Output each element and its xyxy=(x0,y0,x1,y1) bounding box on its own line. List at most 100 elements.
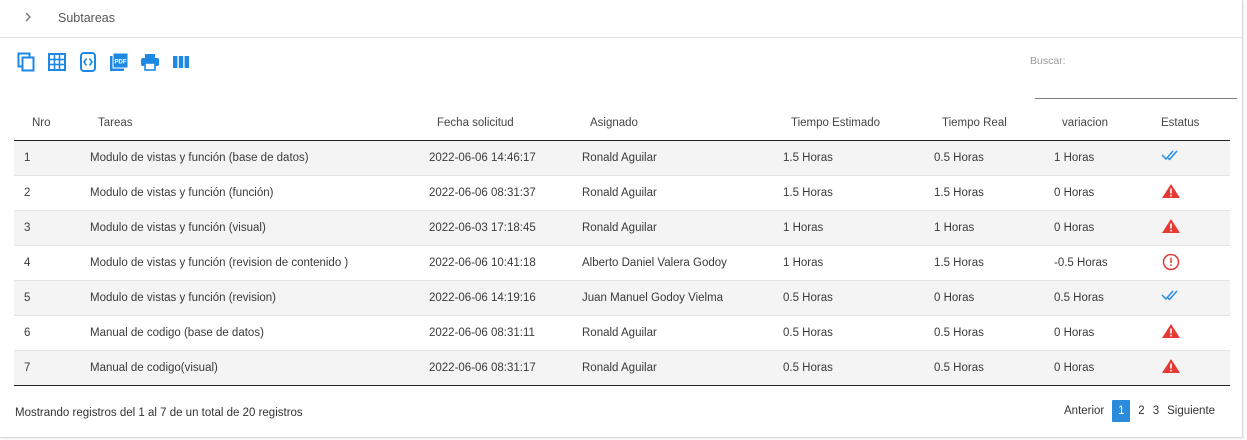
warning-icon xyxy=(1161,183,1183,199)
table-header-row: Nro Tareas Fecha solicitud Asignado Tiem… xyxy=(14,106,1230,141)
cell-tiempo-estimado: 1 Horas xyxy=(773,209,924,245)
column-header-tareas[interactable]: Tareas xyxy=(80,106,419,141)
cell-tiempo-real: 0.5 Horas xyxy=(924,314,1044,350)
cell-tiempo-estimado: 0.5 Horas xyxy=(773,314,924,350)
warning-icon xyxy=(1161,358,1183,374)
double-check-icon xyxy=(1161,148,1183,164)
cell-tiempo-estimado: 1.5 Horas xyxy=(773,174,924,210)
columns-icon xyxy=(172,54,190,70)
panel-title: Subtareas xyxy=(58,11,115,25)
table-row[interactable]: 3 Modulo de vistas y función (visual) 2022… xyxy=(14,209,1230,245)
cell-tiempo-real: 0.5 Horas xyxy=(924,349,1044,386)
table-row[interactable]: 7 Manual de codigo(visual) 2022-06-06 08:3… xyxy=(14,349,1230,386)
svg-text:PDF: PDF xyxy=(114,60,126,66)
cell-variacion: 0 Horas xyxy=(1044,174,1150,210)
pagination-next[interactable]: Siguiente xyxy=(1163,400,1219,422)
cell-fecha: 2022-06-06 08:31:17 xyxy=(419,349,572,386)
chevron-right-icon[interactable] xyxy=(21,10,35,24)
alert-circle-icon xyxy=(1161,253,1183,271)
warning-icon xyxy=(1161,323,1183,339)
cell-asignado: Alberto Daniel Valera Godoy xyxy=(572,244,773,280)
cell-nro: 5 xyxy=(14,279,80,315)
cell-nro: 2 xyxy=(14,174,80,210)
pagination-page-2[interactable]: 2 xyxy=(1134,400,1148,422)
pdf-button[interactable]: PDF xyxy=(107,51,130,73)
cell-variacion: 0.5 Horas xyxy=(1044,279,1150,315)
column-header-nro[interactable]: Nro xyxy=(14,106,80,141)
cell-tarea: Manual de codigo(visual) xyxy=(80,349,419,386)
cell-variacion: 0 Horas xyxy=(1044,209,1150,245)
cell-nro: 6 xyxy=(14,314,80,350)
cell-tiempo-estimado: 0.5 Horas xyxy=(773,279,924,315)
pagination-previous[interactable]: Anterior xyxy=(1060,400,1108,422)
cell-tarea: Manual de codigo (base de datos) xyxy=(80,314,419,350)
cell-estatus xyxy=(1150,174,1230,210)
subtasks-table: Nro Tareas Fecha solicitud Asignado Tiem… xyxy=(14,106,1230,386)
subtareas-panel: Subtareas PDF Buscar: Nro Tareas Fecha s… xyxy=(0,0,1243,438)
cell-tiempo-real: 0.5 Horas xyxy=(924,140,1044,175)
cell-nro: 1 xyxy=(14,140,80,175)
cell-nro: 3 xyxy=(14,209,80,245)
column-header-asignado[interactable]: Asignado xyxy=(572,106,773,141)
csv-icon xyxy=(79,52,96,72)
cell-asignado: Ronald Aguilar xyxy=(572,314,773,350)
cell-tarea: Modulo de vistas y función (revision de … xyxy=(80,244,419,280)
cell-tiempo-estimado: 0.5 Horas xyxy=(773,349,924,386)
cell-variacion: -0.5 Horas xyxy=(1044,244,1150,280)
cell-fecha: 2022-06-06 14:19:16 xyxy=(419,279,572,315)
export-toolbar: PDF xyxy=(14,51,200,73)
table-info: Mostrando registros del 1 al 7 de un tot… xyxy=(15,407,303,419)
copy-icon xyxy=(17,52,35,72)
table-row[interactable]: 6 Manual de codigo (base de datos) 2022-06… xyxy=(14,314,1230,350)
columns-button[interactable] xyxy=(169,51,192,73)
cell-nro: 4 xyxy=(14,244,80,280)
excel-button[interactable] xyxy=(45,51,68,73)
cell-nro: 7 xyxy=(14,349,80,386)
cell-asignado: Ronald Aguilar xyxy=(572,349,773,386)
column-header-tiempo-estimado[interactable]: Tiempo Estimado xyxy=(773,106,924,141)
pdf-icon: PDF xyxy=(109,52,129,72)
column-header-tiempo-real[interactable]: Tiempo Real xyxy=(924,106,1044,141)
cell-estatus xyxy=(1150,314,1230,350)
cell-asignado: Ronald Aguilar xyxy=(572,209,773,245)
cell-fecha: 2022-06-06 10:41:18 xyxy=(419,244,572,280)
csv-button[interactable] xyxy=(76,51,99,73)
column-header-variacion[interactable]: variacion xyxy=(1044,106,1150,141)
panel-header[interactable]: Subtareas xyxy=(0,0,1243,38)
cell-tiempo-real: 1.5 Horas xyxy=(924,244,1044,280)
pagination-page-1[interactable]: 1 xyxy=(1112,400,1131,422)
cell-variacion: 0 Horas xyxy=(1044,314,1150,350)
column-header-fecha[interactable]: Fecha solicitud xyxy=(419,106,572,141)
cell-fecha: 2022-06-03 17:18:45 xyxy=(419,209,572,245)
cell-fecha: 2022-06-06 14:46:17 xyxy=(419,140,572,175)
pagination-page-3[interactable]: 3 xyxy=(1149,400,1163,422)
cell-estatus xyxy=(1150,209,1230,245)
cell-asignado: Ronald Aguilar xyxy=(572,140,773,175)
table-row[interactable]: 2 Modulo de vistas y función (función) 202… xyxy=(14,174,1230,210)
print-button[interactable] xyxy=(138,51,161,73)
cell-tiempo-real: 1.5 Horas xyxy=(924,174,1044,210)
cell-estatus xyxy=(1150,349,1230,386)
column-header-estatus[interactable]: Estatus xyxy=(1150,106,1230,141)
excel-icon xyxy=(47,53,66,71)
cell-tarea: Modulo de vistas y función (función) xyxy=(80,174,419,210)
cell-tiempo-estimado: 1 Horas xyxy=(773,244,924,280)
cell-asignado: Juan Manuel Godoy Vielma xyxy=(572,279,773,315)
cell-fecha: 2022-06-06 08:31:37 xyxy=(419,174,572,210)
cell-fecha: 2022-06-06 08:31:11 xyxy=(419,314,572,350)
cell-tiempo-real: 1 Horas xyxy=(924,209,1044,245)
cell-tiempo-estimado: 1.5 Horas xyxy=(773,140,924,175)
table-row[interactable]: 4 Modulo de vistas y función (revision de… xyxy=(14,244,1230,280)
search-label: Buscar: xyxy=(1030,55,1066,67)
table-row[interactable]: 1 Modulo de vistas y función (base de dat… xyxy=(14,140,1230,175)
cell-estatus xyxy=(1150,279,1230,315)
copy-button[interactable] xyxy=(14,51,37,73)
cell-tarea: Modulo de vistas y función (visual) xyxy=(80,209,419,245)
cell-estatus xyxy=(1150,140,1230,175)
cell-estatus xyxy=(1150,244,1230,280)
table-row[interactable]: 5 Modulo de vistas y función (revision) 20… xyxy=(14,279,1230,315)
print-icon xyxy=(140,53,160,71)
double-check-icon xyxy=(1161,288,1183,304)
cell-tarea: Modulo de vistas y función (revision) xyxy=(80,279,419,315)
search-input[interactable] xyxy=(1035,70,1237,99)
